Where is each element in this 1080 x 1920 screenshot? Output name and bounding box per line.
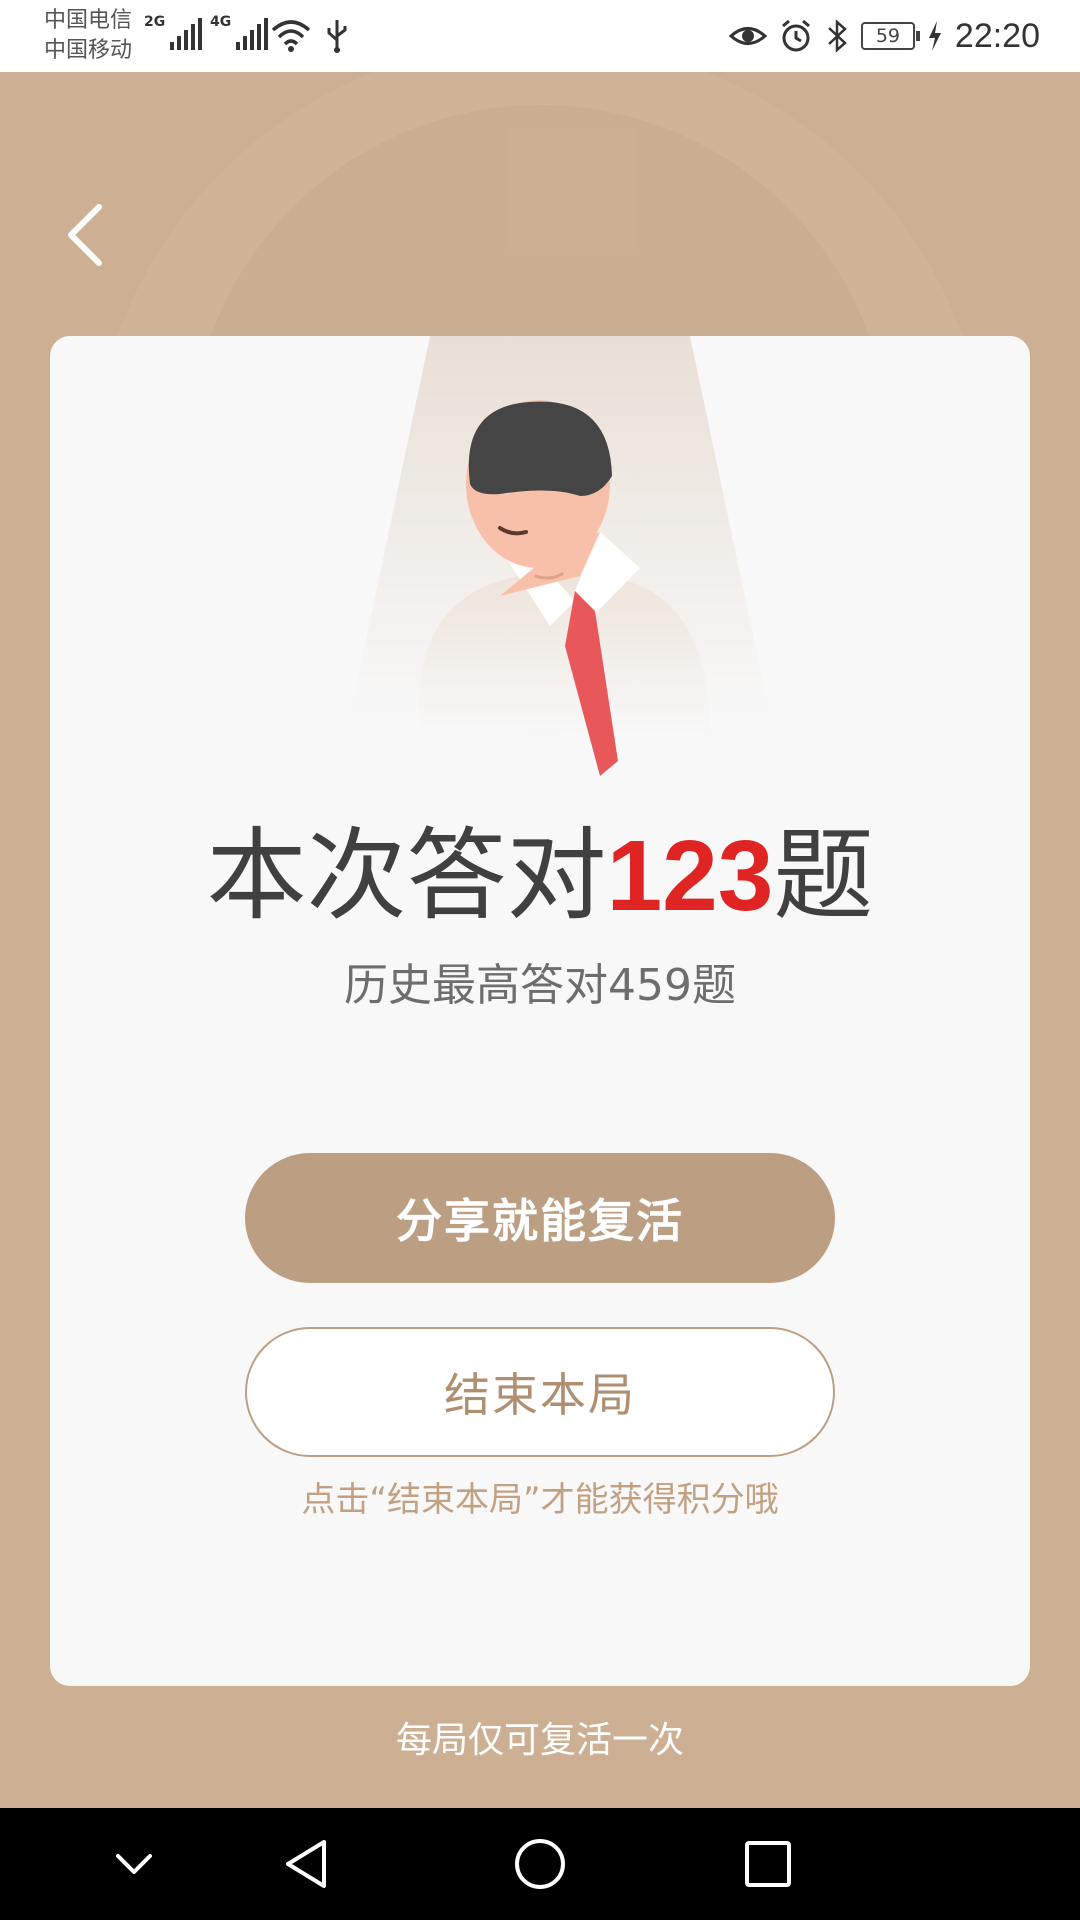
nav-recents-icon — [745, 1841, 791, 1887]
network-type-2: 4G — [210, 14, 232, 30]
end-round-button[interactable]: 结束本局 — [245, 1327, 835, 1457]
nav-back-icon — [286, 1840, 326, 1888]
revive-limit-note: 每局仅可复活一次 — [395, 1720, 684, 1761]
bluetooth-icon — [828, 19, 847, 53]
result-card: 本次答对123题 历史最高答对459题 分享就能复活 结束本局 点击“结束本局”… — [50, 336, 1030, 1686]
signal-icon: 4G — [210, 14, 269, 50]
score-suffix: 题 — [773, 817, 874, 934]
sad-man-illustration — [350, 336, 770, 776]
nav-home-icon — [515, 1839, 565, 1889]
nav-recents-button[interactable] — [738, 1834, 798, 1894]
status-right-group: 59 22:20 — [728, 12, 1040, 60]
end-round-hint: 点击“结束本局”才能获得积分哦 — [301, 1480, 779, 1520]
eye-icon — [728, 27, 767, 45]
best-score: 历史最高答对459题 — [344, 960, 736, 1011]
usb-icon — [327, 20, 347, 53]
signal-icon: 2G — [144, 14, 203, 50]
alarm-icon — [781, 19, 810, 52]
score-value: 123 — [606, 820, 774, 932]
battery-level: 59 — [875, 25, 900, 47]
navigation-bar — [0, 1808, 1080, 1920]
carrier-names: 中国电信 中国移动 — [44, 6, 132, 66]
wifi-icon — [271, 20, 311, 52]
battery-icon: 59 — [860, 22, 920, 50]
score-prefix: 本次答对 — [206, 817, 607, 934]
network-type-1: 2G — [144, 14, 166, 30]
chevron-down-icon — [116, 1854, 152, 1874]
nav-back-button[interactable] — [280, 1834, 340, 1894]
status-time: 22:20 — [954, 16, 1040, 55]
back-button[interactable] — [55, 195, 125, 275]
share-revive-button[interactable]: 分享就能复活 — [245, 1153, 835, 1283]
charging-icon — [928, 21, 941, 51]
end-round-label: 结束本局 — [444, 1368, 636, 1422]
nav-home-button[interactable] — [510, 1834, 570, 1894]
share-revive-label: 分享就能复活 — [396, 1194, 684, 1248]
back-arrow-icon — [68, 204, 102, 266]
current-score: 本次答对123题 — [50, 816, 1030, 936]
carrier-1: 中国电信 — [44, 8, 133, 33]
carrier-2: 中国移动 — [44, 38, 133, 63]
hide-nav-button[interactable] — [104, 1834, 164, 1894]
